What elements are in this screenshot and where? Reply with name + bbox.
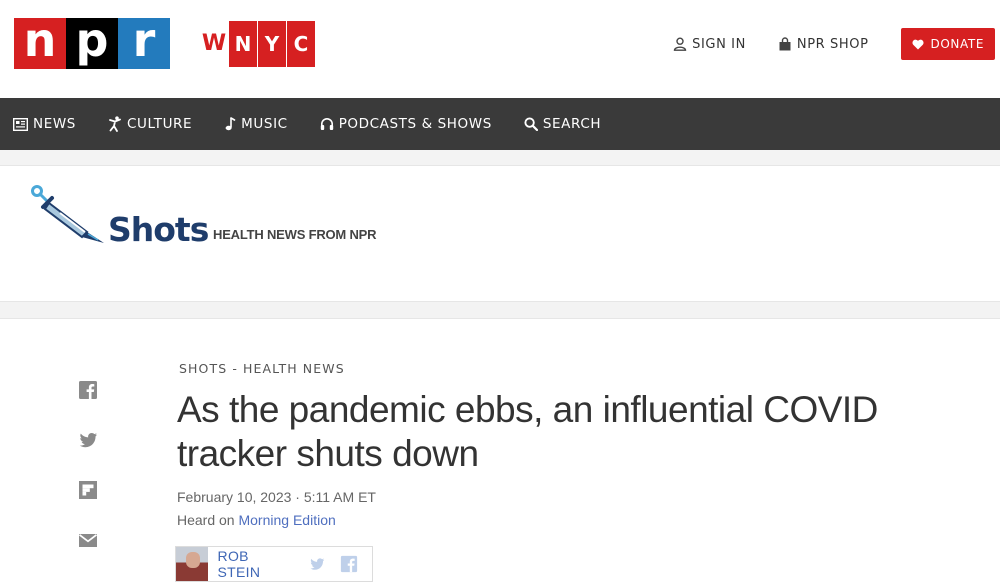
donate-button[interactable]: DONATE: [900, 28, 995, 60]
article-slug[interactable]: SHOTS - HEALTH NEWS: [179, 361, 345, 376]
culture-icon: [109, 116, 121, 132]
section-title: Shots: [108, 210, 209, 249]
top-header: n p r W N Y C SIGN IN NPR SHOP DONATE: [0, 0, 1000, 98]
twitter-icon[interactable]: [308, 556, 326, 572]
heart-icon: [912, 39, 924, 49]
facebook-icon[interactable]: [78, 380, 98, 400]
facebook-icon[interactable]: [340, 555, 358, 573]
avatar[interactable]: [176, 547, 208, 581]
npr-shop-label: NPR SHOP: [796, 36, 869, 52]
article-date: February 10, 2023 · 5:11 AM ET: [177, 489, 376, 505]
npr-shop-link[interactable]: NPR SHOP: [778, 28, 869, 60]
donate-label: DONATE: [930, 37, 984, 51]
nav-search-label: SEARCH: [542, 116, 602, 132]
sign-in-link[interactable]: SIGN IN: [673, 28, 746, 60]
wnyc-logo[interactable]: W N Y C: [200, 21, 315, 67]
avatar-face: [186, 552, 200, 568]
program-link[interactable]: Morning Edition: [238, 512, 335, 528]
nav-item-search[interactable]: SEARCH: [524, 116, 601, 132]
wnyc-logo-y: Y: [258, 21, 286, 67]
user-icon: [673, 37, 687, 51]
flipboard-icon[interactable]: [78, 480, 98, 500]
nav-podcasts-label: PODCASTS & SHOWS: [338, 116, 492, 132]
nav-item-podcasts[interactable]: PODCASTS & SHOWS: [320, 116, 492, 132]
nav-culture-label: CULTURE: [126, 116, 193, 132]
npr-logo[interactable]: n p r: [14, 17, 170, 69]
twitter-icon[interactable]: [78, 430, 98, 450]
section-tagline: HEALTH NEWS FROM NPR: [213, 227, 377, 242]
nav-music-label: MUSIC: [241, 116, 288, 132]
syringe-icon: [31, 185, 104, 243]
search-icon: [524, 117, 538, 131]
author-social-links: [308, 555, 372, 573]
article-headline: As the pandemic ebbs, an influential COV…: [177, 389, 878, 474]
npr-logo-n: n: [14, 17, 66, 69]
shopping-bag-icon: [779, 37, 791, 51]
wnyc-logo-c: C: [287, 21, 315, 67]
main-nav: NEWS CULTURE MUSIC PODCASTS & SHOWS SEAR…: [0, 98, 1000, 150]
share-rail: [78, 380, 100, 580]
newspaper-icon: [13, 117, 28, 131]
npr-logo-p: p: [66, 17, 118, 69]
wnyc-logo-w: W: [201, 31, 227, 56]
author-link[interactable]: ROB STEIN: [218, 548, 290, 580]
heard-on: Heard on Morning Edition: [177, 512, 336, 528]
section-branding[interactable]: Shots HEALTH NEWS FROM NPR: [0, 166, 1000, 301]
nav-item-music[interactable]: MUSIC: [224, 116, 288, 132]
npr-logo-r: r: [118, 17, 170, 69]
divider: [0, 150, 1000, 166]
headphones-icon: [320, 118, 333, 130]
divider: [0, 301, 1000, 319]
nav-item-culture[interactable]: CULTURE: [108, 116, 192, 132]
byline: ROB STEIN: [175, 546, 373, 582]
sign-in-label: SIGN IN: [692, 36, 746, 52]
nav-item-news[interactable]: NEWS: [13, 116, 76, 132]
music-note-icon: [225, 117, 236, 131]
heard-on-prefix: Heard on: [177, 512, 239, 528]
nav-news-label: NEWS: [33, 116, 76, 132]
email-icon[interactable]: [78, 530, 98, 550]
wnyc-logo-n: N: [229, 21, 257, 67]
utility-links: SIGN IN NPR SHOP DONATE: [673, 28, 995, 60]
